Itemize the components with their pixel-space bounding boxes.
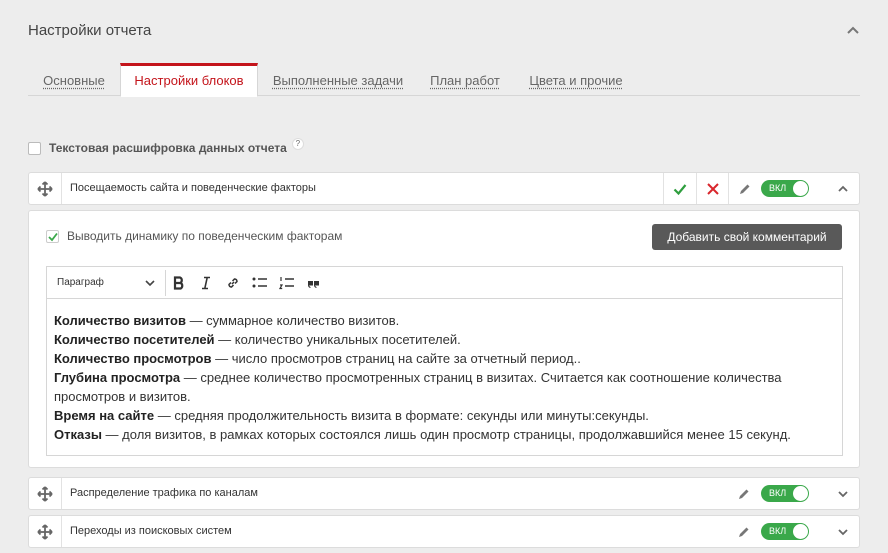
term: Время на сайте — [54, 408, 155, 423]
pencil-icon — [739, 527, 749, 537]
chevron-down-icon — [838, 490, 848, 497]
edit-button[interactable] — [728, 173, 760, 204]
dynamics-checkbox[interactable] — [46, 229, 59, 243]
link-button[interactable] — [223, 273, 243, 293]
confirm-button[interactable] — [664, 173, 696, 204]
format-select-value: Параграф — [57, 277, 104, 288]
chevron-down-icon — [838, 528, 848, 535]
term-description: — доля визитов, в рамках которых состоял… — [101, 427, 791, 442]
move-icon[interactable] — [37, 523, 53, 540]
toggle-label: ВКЛ — [769, 488, 787, 498]
toggle-label: ВКЛ — [769, 526, 787, 536]
add-comment-button[interactable]: Добавить свой комментарий — [652, 224, 842, 250]
editor-toolbar: Параграф — [47, 267, 842, 299]
block-name-input[interactable]: Посещаемость сайта и поведенческие факто… — [70, 173, 664, 204]
quote-button[interactable] — [304, 273, 324, 293]
expand-block-button[interactable] — [827, 478, 859, 509]
content-line: Количество посетителей — количество уник… — [54, 330, 835, 349]
chevron-down-icon — [145, 280, 155, 287]
drag-handle[interactable] — [29, 478, 62, 509]
term-description: — число просмотров страниц на сайте за о… — [211, 351, 581, 366]
chevron-up-icon[interactable] — [846, 24, 860, 38]
numbered-list-button[interactable] — [277, 273, 297, 293]
toggle-label: ВКЛ — [769, 183, 787, 193]
tab-colors-other[interactable]: Цвета и прочие — [524, 63, 628, 96]
term: Глубина просмотра — [54, 370, 181, 385]
close-icon — [706, 182, 719, 195]
block-row-channels: Распределение трафика по каналам ВКЛ — [28, 477, 860, 510]
block-toggle[interactable]: ВКЛ — [761, 523, 809, 540]
drag-handle[interactable] — [29, 516, 62, 547]
term-description: — средняя продолжительность визита в фор… — [154, 408, 649, 423]
pencil-icon — [739, 184, 749, 194]
content-line: Отказы — доля визитов, в рамках которых … — [54, 425, 835, 444]
check-icon — [673, 183, 687, 195]
editor-content[interactable]: Количество визитов — суммарное количеств… — [47, 299, 842, 444]
block-toggle[interactable]: ВКЛ — [761, 180, 809, 197]
block-toggle[interactable]: ВКЛ — [761, 485, 809, 502]
cancel-button[interactable] — [696, 173, 728, 204]
bulleted-list-button[interactable] — [250, 273, 270, 293]
toolbar-divider — [165, 270, 166, 296]
italic-button[interactable] — [196, 273, 216, 293]
block-settings-panel: Выводить динамику по поведенческим факто… — [28, 210, 860, 468]
block-name: Переходы из поисковых систем — [70, 525, 232, 537]
settings-header: Настройки отчета — [28, 22, 860, 42]
numbered-list-icon — [279, 277, 294, 290]
bold-button[interactable] — [169, 273, 189, 293]
tab-basic[interactable]: Основные — [28, 63, 120, 96]
term: Количество просмотров — [54, 351, 212, 366]
content-line: Время на сайте — средняя продолжительнос… — [54, 406, 835, 425]
term: Количество посетителей — [54, 332, 215, 347]
bulleted-list-icon — [252, 277, 267, 288]
collapse-block-button[interactable] — [827, 173, 859, 204]
text-decode-label: Текстовая расшифровка данных отчета — [49, 141, 287, 155]
content-line: Количество просмотров — число просмотров… — [54, 349, 835, 368]
italic-icon — [202, 276, 210, 290]
dynamics-option: Выводить динамику по поведенческим факто… — [46, 229, 342, 243]
tab-work-plan[interactable]: План работ — [424, 63, 506, 96]
rich-text-editor: Параграф Количество визитов — суммарное … — [46, 266, 843, 456]
tab-completed-tasks[interactable]: Выполненные задачи — [266, 63, 410, 96]
dynamics-label: Выводить динамику по поведенческим факто… — [67, 229, 343, 243]
edit-button[interactable] — [728, 478, 760, 509]
format-select[interactable]: Параграф — [57, 267, 157, 299]
toggle-knob — [793, 524, 808, 539]
page-title: Настройки отчета — [28, 22, 152, 39]
link-icon — [228, 278, 238, 288]
block-row-search: Переходы из поисковых систем ВКЛ — [28, 515, 860, 548]
term-description: — количество уникальных посетителей. — [214, 332, 461, 347]
quote-icon — [308, 281, 319, 288]
bold-icon — [173, 276, 184, 290]
pencil-icon — [739, 489, 749, 499]
text-decode-option: Текстовая расшифровка данных отчета ? — [28, 138, 304, 155]
help-icon[interactable]: ? — [291, 138, 304, 150]
term-description: — суммарное количество визитов. — [185, 313, 400, 328]
toggle-knob — [793, 486, 808, 501]
drag-handle[interactable] — [29, 173, 62, 204]
check-icon — [48, 232, 58, 241]
content-line: Количество визитов — суммарное количеств… — [54, 311, 835, 330]
chevron-up-icon — [838, 185, 848, 192]
move-icon[interactable] — [37, 180, 53, 197]
term: Отказы — [54, 427, 102, 442]
block-row-traffic: Посещаемость сайта и поведенческие факто… — [28, 172, 860, 205]
edit-button[interactable] — [728, 516, 760, 547]
tab-block-settings[interactable]: Настройки блоков — [120, 63, 258, 97]
text-decode-checkbox[interactable] — [28, 141, 41, 155]
content-line: Глубина просмотра — среднее количество п… — [54, 368, 835, 406]
tab-bar: Основные Настройки блоков Выполненные за… — [28, 63, 860, 97]
block-name: Распределение трафика по каналам — [70, 487, 258, 499]
toggle-knob — [793, 181, 808, 196]
term: Количество визитов — [54, 313, 186, 328]
expand-block-button[interactable] — [827, 516, 859, 547]
move-icon[interactable] — [37, 485, 53, 502]
